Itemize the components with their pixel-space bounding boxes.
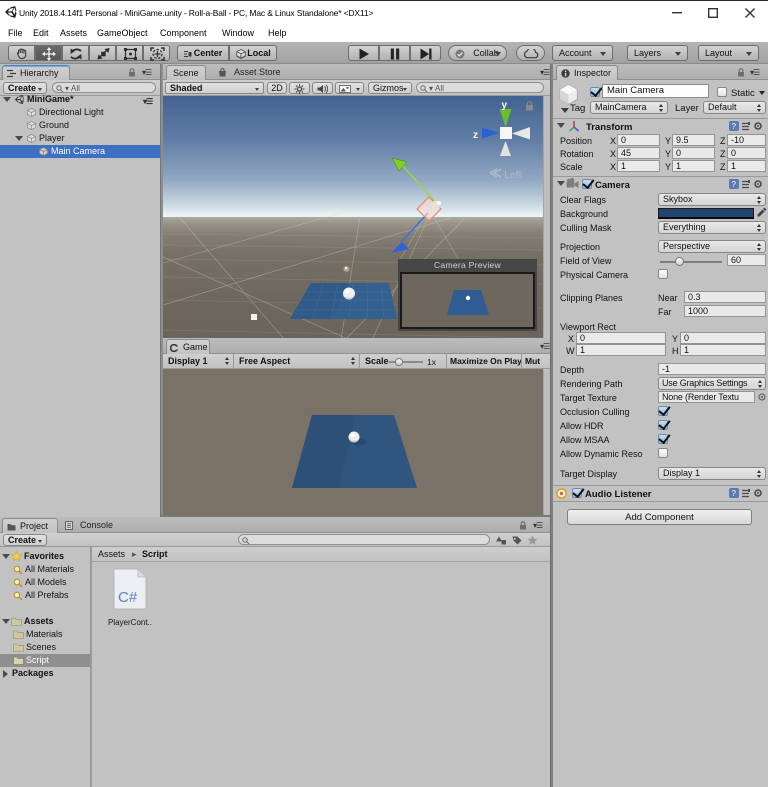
svg-text:C#: C# [118, 589, 138, 606]
svg-text:?: ? [732, 122, 737, 131]
svg-text:?: ? [732, 180, 737, 189]
svg-text:y: y [502, 100, 508, 111]
svg-text:z: z [473, 130, 478, 141]
svg-text:Left: Left [504, 169, 522, 181]
svg-text:?: ? [732, 489, 737, 498]
